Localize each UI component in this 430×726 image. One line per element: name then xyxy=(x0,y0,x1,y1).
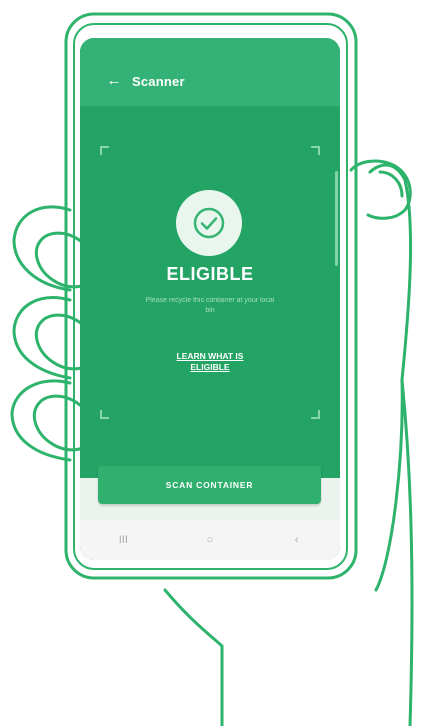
eligibility-status: ELIGIBLE xyxy=(166,264,254,284)
system-nav-bar: III ○ ‹ xyxy=(80,520,340,560)
scan-frame-corner-bottom-right xyxy=(311,410,320,419)
scrollbar[interactable] xyxy=(335,171,338,266)
page-title: Scanner xyxy=(132,73,185,89)
scan-container-button[interactable]: SCAN CONTAINER xyxy=(98,466,321,504)
scan-frame-corner-bottom-left xyxy=(100,410,109,419)
check-circle-icon xyxy=(176,190,242,256)
learn-eligible-link[interactable]: LEARN WHAT IS ELIGIBLE xyxy=(150,351,270,373)
home-icon[interactable]: ○ xyxy=(190,534,230,546)
recents-icon[interactable]: III xyxy=(103,534,143,546)
phone-screen: ← Scanner ELIGIBLE Please recycle this c… xyxy=(80,38,340,560)
status-bar xyxy=(80,38,340,56)
arrow-left-icon[interactable]: ← xyxy=(106,73,122,89)
scan-frame-corner-top-right xyxy=(311,146,320,155)
back-nav-icon[interactable]: ‹ xyxy=(277,534,317,546)
app-bar: ← Scanner xyxy=(80,56,340,106)
eligibility-description: Please recycle this container at your lo… xyxy=(145,297,275,314)
learn-link-line2: ELIGIBLE xyxy=(190,362,230,372)
scan-frame-corner-top-left xyxy=(100,146,109,155)
learn-link-line1: LEARN WHAT IS xyxy=(176,351,244,361)
scanner-result-panel: ELIGIBLE Please recycle this container a… xyxy=(80,106,340,478)
